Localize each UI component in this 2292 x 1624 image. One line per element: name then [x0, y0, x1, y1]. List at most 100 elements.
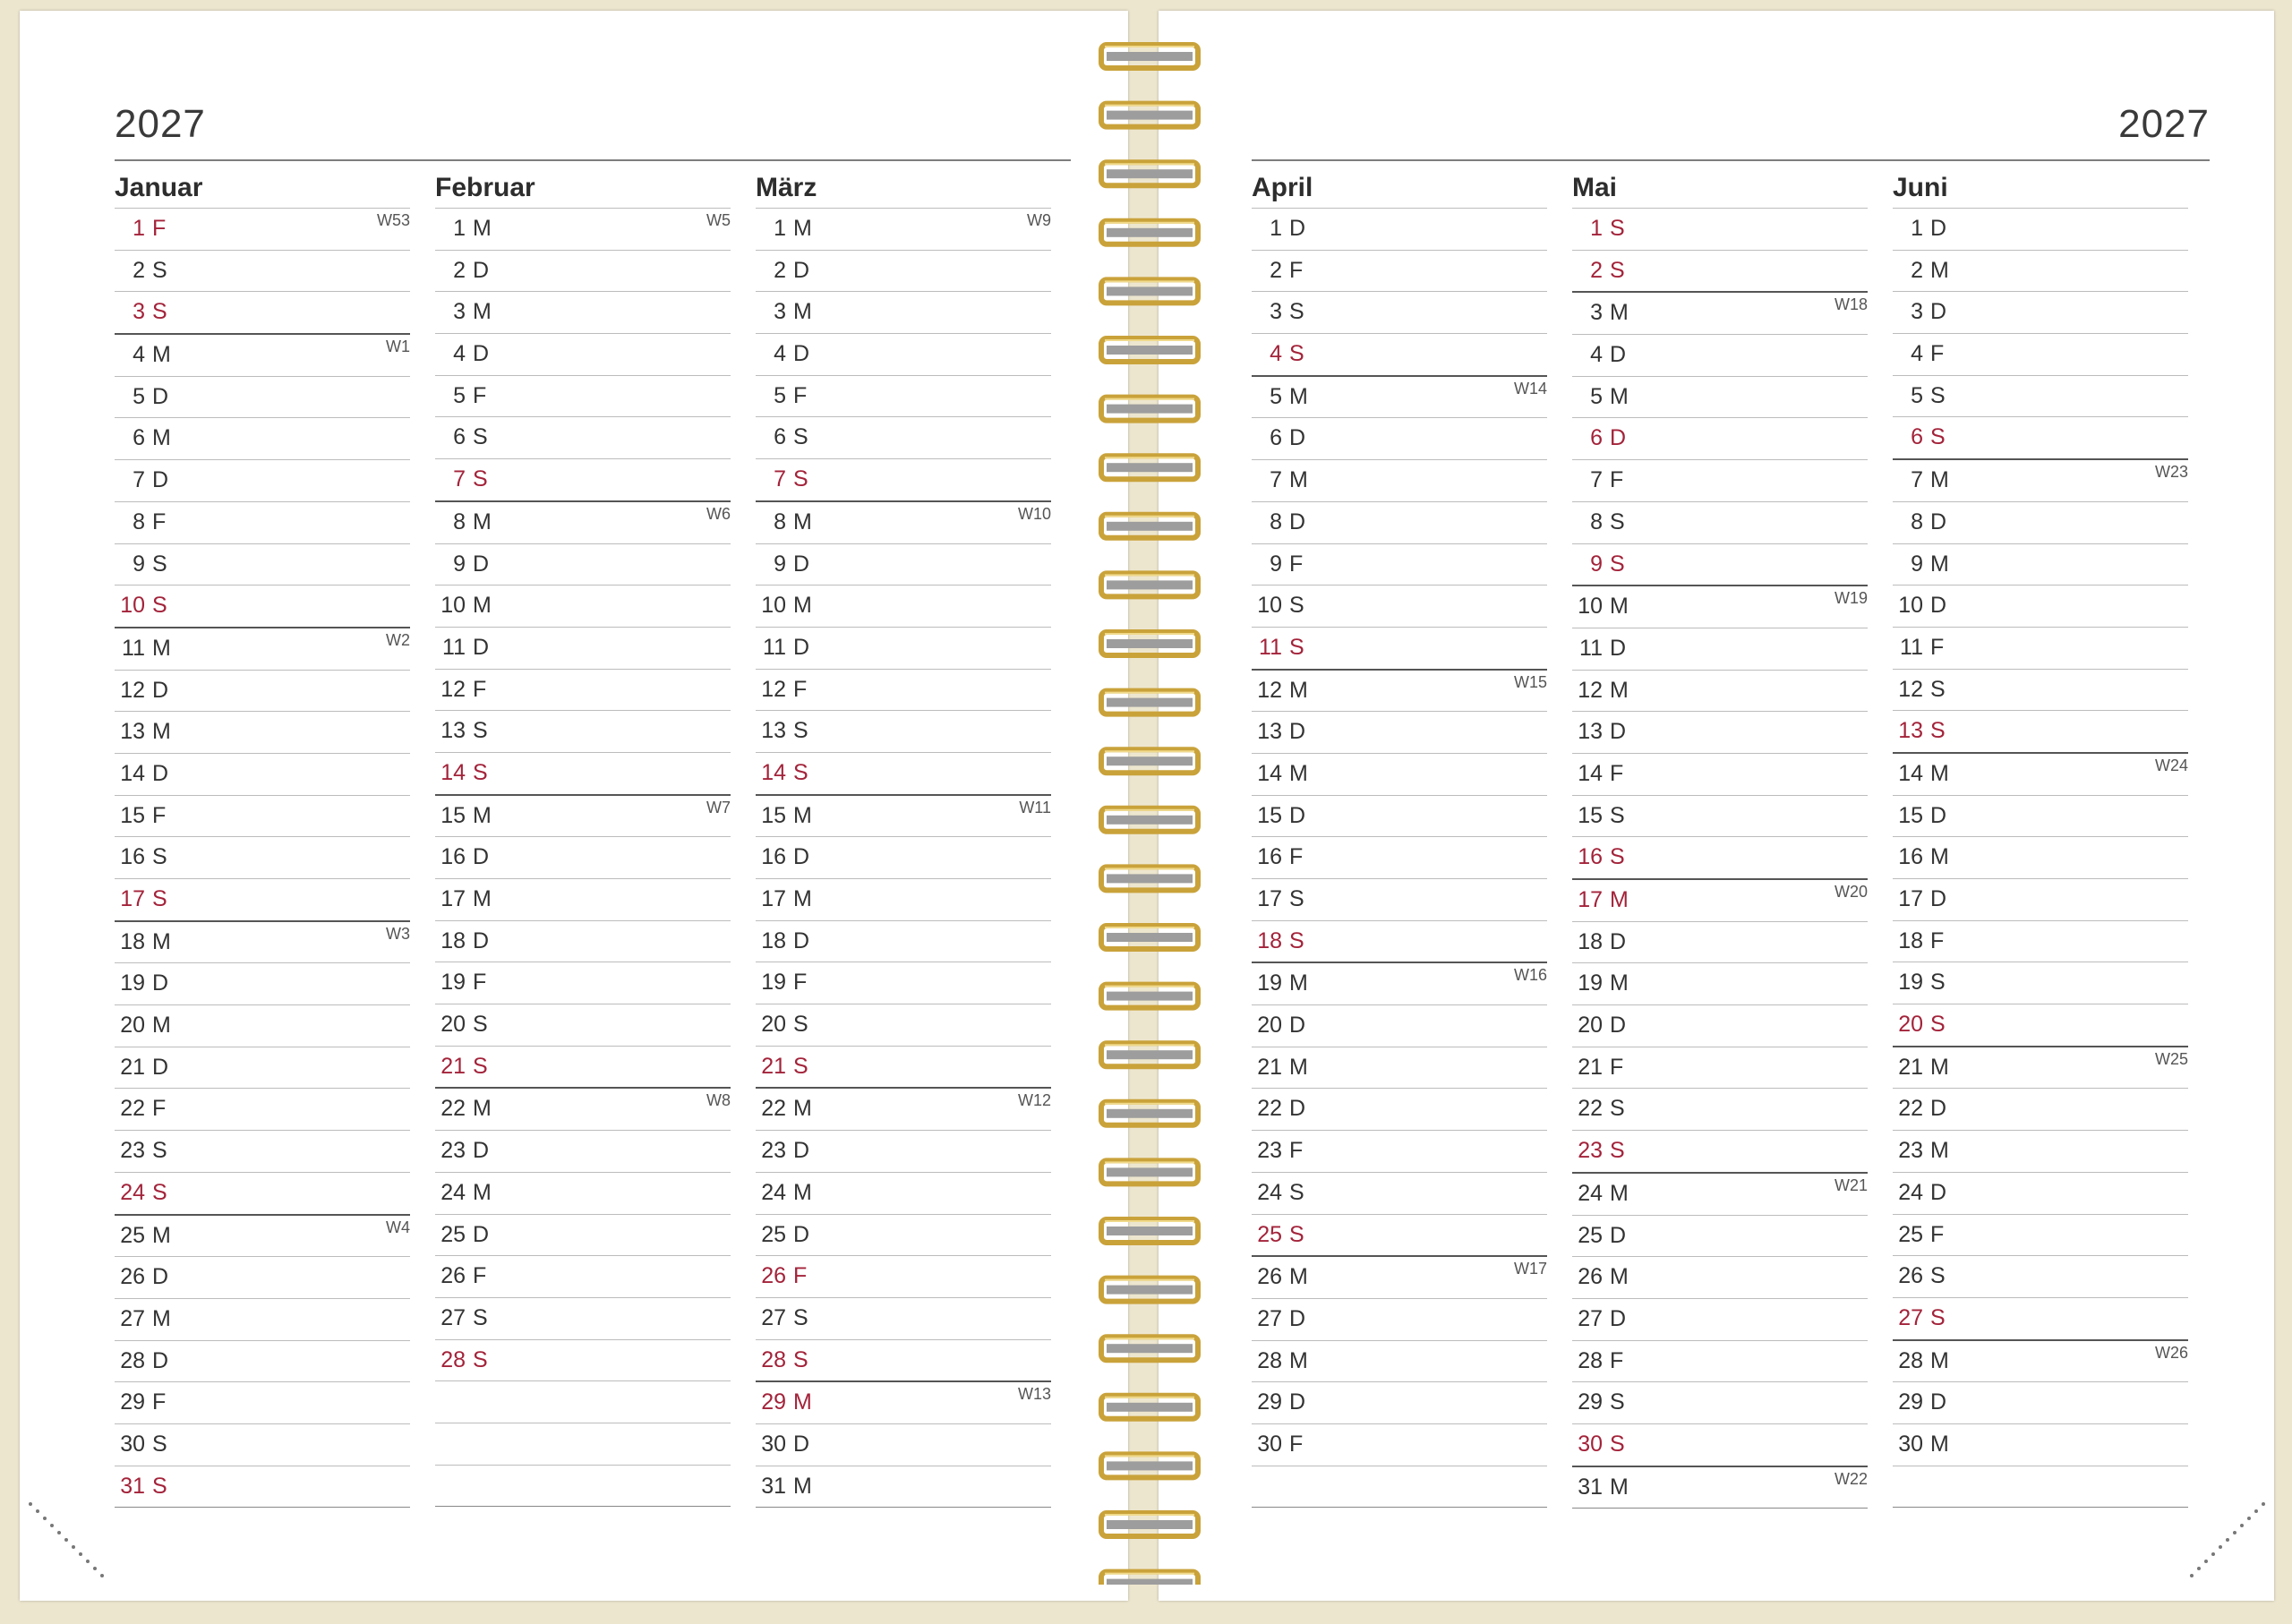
day-row[interactable]: 5M	[1572, 375, 1868, 418]
day-row[interactable]: 13 M	[115, 711, 410, 753]
day-row[interactable]: 27 S	[435, 1296, 731, 1339]
day-row[interactable]: 13 S	[756, 710, 1051, 752]
day-row[interactable]: 12 F	[756, 668, 1051, 711]
day-row[interactable]: 22 M W12	[756, 1087, 1051, 1130]
day-row[interactable]: 16 D	[756, 836, 1051, 878]
day-row[interactable]: 11 F	[1893, 626, 2188, 669]
day-row[interactable]: 5D	[115, 375, 410, 418]
day-row[interactable]: 28 F	[1572, 1339, 1868, 1382]
day-row[interactable]: 15 M W7	[435, 793, 731, 837]
day-row[interactable]: 18 D	[1572, 920, 1868, 963]
day-row[interactable]: 28 M W26	[1893, 1338, 2188, 1382]
day-row[interactable]: 3M	[435, 291, 731, 333]
day-row[interactable]: 3 M W18	[1572, 291, 1868, 334]
day-row[interactable]: 17 S	[115, 878, 410, 920]
day-row[interactable]: 16 D	[435, 836, 731, 878]
day-row[interactable]: 14 M	[1252, 752, 1547, 795]
day-row[interactable]: 26 M W17	[1252, 1255, 1547, 1298]
day-row[interactable]: 27 D	[1572, 1297, 1868, 1340]
day-row[interactable]: 17 M	[435, 878, 731, 920]
day-row[interactable]: 25 S	[1252, 1213, 1547, 1256]
day-row[interactable]: 13 D	[1252, 711, 1547, 753]
day-row[interactable]: 20 D	[1252, 1004, 1547, 1047]
day-row[interactable]: 16 M	[1893, 836, 2188, 878]
day-row[interactable]: 11 D	[1572, 627, 1868, 670]
day-row[interactable]: 20 S	[435, 1004, 731, 1046]
day-row[interactable]: 22 S	[1572, 1088, 1868, 1130]
day-row[interactable]: 3M	[756, 291, 1051, 333]
day-row[interactable]: 10 D	[1893, 585, 2188, 627]
day-row[interactable]: 4D	[435, 333, 731, 375]
day-row[interactable]: 29 M W13	[756, 1380, 1051, 1423]
day-row[interactable]: 11 D	[756, 626, 1051, 669]
day-row[interactable]: 10 M W19	[1572, 585, 1868, 628]
day-row[interactable]: 16 S	[1572, 836, 1868, 878]
day-row[interactable]: 19 F	[435, 962, 731, 1004]
day-row[interactable]: 8 M W10	[756, 500, 1051, 543]
day-row[interactable]: 24 D	[1893, 1171, 2188, 1214]
day-row[interactable]: 4D	[1572, 334, 1868, 376]
day-row[interactable]: 21 S	[435, 1045, 731, 1088]
day-row[interactable]: 8 M W6	[435, 500, 731, 543]
day-row[interactable]: 19 F	[756, 962, 1051, 1004]
day-row[interactable]: 24 M W21	[1572, 1171, 1868, 1215]
day-row[interactable]: 22 M W8	[435, 1087, 731, 1130]
day-row[interactable]: 2D	[756, 249, 1051, 292]
day-row[interactable]: 12 D	[115, 669, 410, 712]
day-row[interactable]: 3S	[1252, 291, 1547, 333]
day-row[interactable]: 4S	[1252, 333, 1547, 375]
day-row[interactable]: 2S	[115, 249, 410, 292]
day-row[interactable]: 1S	[1572, 208, 1868, 250]
day-row[interactable]: 15 S	[1572, 794, 1868, 837]
day-row[interactable]: 5S	[1893, 374, 2188, 417]
day-row[interactable]: 3D	[1893, 291, 2188, 333]
day-row[interactable]: 5F	[756, 374, 1051, 417]
day-row[interactable]: 11 M W2	[115, 626, 410, 670]
day-row[interactable]: 25 D	[1572, 1214, 1868, 1257]
day-row[interactable]: 1 F W53	[115, 208, 410, 250]
day-row[interactable]: 14 S	[756, 751, 1051, 794]
day-row[interactable]	[1893, 1465, 2188, 1509]
day-row[interactable]: 21 M W25	[1893, 1045, 2188, 1089]
day-row[interactable]: 8S	[1572, 500, 1868, 543]
day-row[interactable]: 26 S	[1893, 1255, 2188, 1297]
day-row[interactable]: 2M	[1893, 249, 2188, 292]
day-row[interactable]: 6S	[756, 416, 1051, 458]
day-row[interactable]: 19 D	[115, 962, 410, 1004]
day-row[interactable]: 20 S	[756, 1004, 1051, 1046]
day-row[interactable]: 11 D	[435, 626, 731, 669]
day-row[interactable]: 29 F	[115, 1381, 410, 1423]
day-row[interactable]: 29 D	[1893, 1381, 2188, 1423]
day-row[interactable]: 7S	[435, 458, 731, 500]
day-row[interactable]: 9D	[756, 543, 1051, 585]
day-row[interactable]: 1 M W9	[756, 208, 1051, 250]
day-row[interactable]: 6M	[115, 417, 410, 459]
day-row[interactable]: 18 D	[756, 919, 1051, 962]
day-row[interactable]: 19 M W16	[1252, 962, 1547, 1004]
day-row[interactable]: 12 M W15	[1252, 668, 1547, 712]
day-row[interactable]: 12 M	[1572, 669, 1868, 712]
day-row[interactable]: 30 M	[1893, 1423, 2188, 1466]
day-row[interactable]: 27 S	[1893, 1296, 2188, 1339]
day-row[interactable]: 4D	[756, 333, 1051, 375]
day-row[interactable]: 1 M W5	[435, 208, 731, 250]
day-row[interactable]: 23 D	[435, 1130, 731, 1172]
day-row[interactable]: 2D	[435, 249, 731, 292]
day-row[interactable]: 30 D	[756, 1423, 1051, 1466]
day-row[interactable]: 17 D	[1893, 878, 2188, 920]
day-row[interactable]: 12 S	[1893, 668, 2188, 711]
day-row[interactable]: 20 S	[1893, 1004, 2188, 1046]
day-row[interactable]: 22 D	[1893, 1088, 2188, 1130]
day-row[interactable]: 8F	[115, 500, 410, 543]
day-row[interactable]: 20 D	[1572, 1004, 1868, 1047]
day-row[interactable]: 2F	[1252, 249, 1547, 292]
day-row[interactable]: 28 S	[435, 1338, 731, 1381]
day-row[interactable]: 19 S	[1893, 962, 2188, 1004]
day-row[interactable]: 15 M W11	[756, 793, 1051, 837]
day-row[interactable]: 7D	[115, 459, 410, 501]
day-row[interactable]: 4 M W1	[115, 333, 410, 376]
day-row[interactable]: 17 M W20	[1572, 878, 1868, 921]
day-row[interactable]: 11 S	[1252, 626, 1547, 669]
day-row[interactable]: 23 S	[115, 1130, 410, 1172]
day-row[interactable]: 5F	[435, 374, 731, 417]
